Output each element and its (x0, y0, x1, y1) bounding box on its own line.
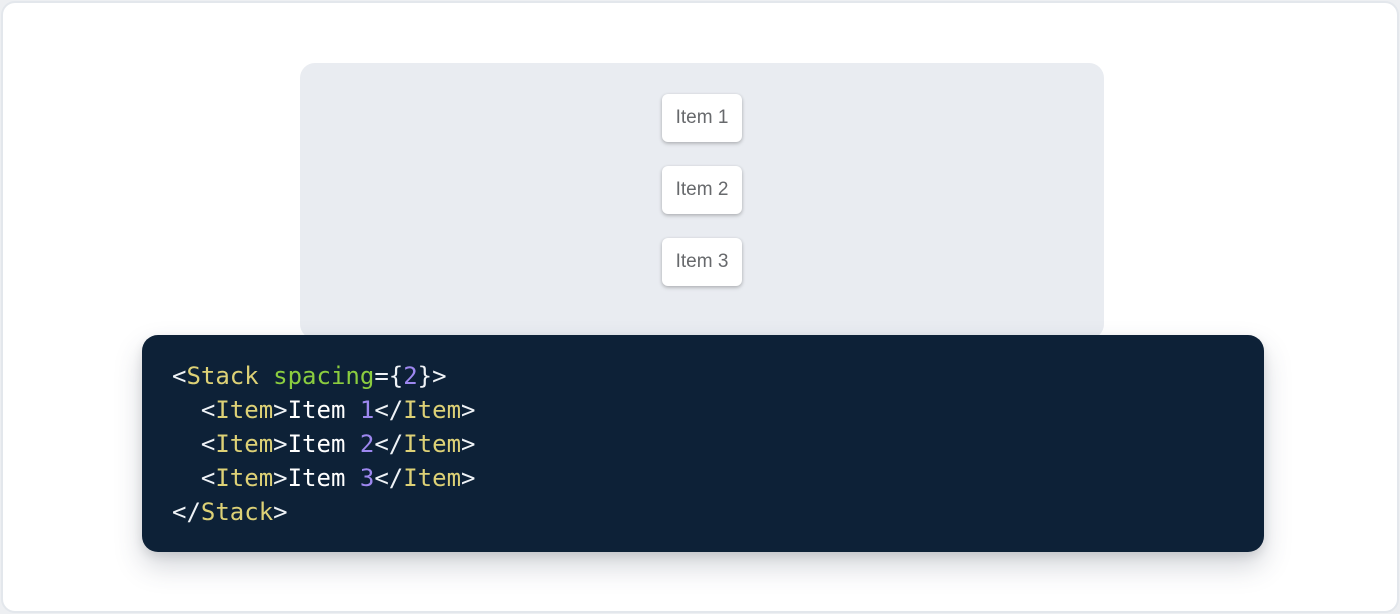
code-token-plain (172, 464, 201, 492)
stack-container: Item 1 Item 2 Item 3 (300, 94, 1104, 286)
code-content: <Stack spacing={2}> <Item>Item 1</Item> … (172, 359, 1234, 529)
code-token-punctuation: < (172, 362, 186, 390)
code-token-attr-name: spacing (273, 362, 374, 390)
code-token-punctuation: < (201, 464, 215, 492)
code-token-punctuation: }> (418, 362, 447, 390)
stack-demo-panel: Item 1 Item 2 Item 3 (300, 63, 1104, 339)
code-token-punctuation: </ (374, 430, 403, 458)
stack-item-card: Item 2 (662, 166, 742, 214)
code-token-punctuation: </ (172, 498, 201, 526)
code-token-punctuation: > (461, 430, 475, 458)
code-token-punctuation: > (273, 464, 287, 492)
code-token-punctuation: </ (374, 396, 403, 424)
code-line: <Item>Item 2</Item> (172, 427, 1234, 461)
code-line: <Item>Item 3</Item> (172, 461, 1234, 495)
code-token-plain: Item (288, 396, 360, 424)
page-frame: Item 1 Item 2 Item 3 <Stack spacing={2}>… (1, 1, 1399, 613)
code-token-number: 3 (360, 464, 374, 492)
code-token-punctuation: > (273, 498, 287, 526)
code-token-number: 2 (403, 362, 417, 390)
code-token-punctuation: > (273, 396, 287, 424)
stack-item-label: Item 1 (676, 107, 729, 129)
code-token-tag: Item (403, 464, 461, 492)
code-token-number: 2 (360, 430, 374, 458)
code-block: <Stack spacing={2}> <Item>Item 1</Item> … (142, 335, 1264, 552)
code-token-punctuation: </ (374, 464, 403, 492)
code-token-tag: Item (403, 396, 461, 424)
code-line: <Item>Item 1</Item> (172, 393, 1234, 427)
code-token-punctuation: > (461, 396, 475, 424)
code-token-number: 1 (360, 396, 374, 424)
screenshot-canvas: Item 1 Item 2 Item 3 <Stack spacing={2}>… (0, 0, 1400, 614)
stack-item-label: Item 2 (676, 179, 729, 201)
code-token-punctuation: > (461, 464, 475, 492)
code-line: <Stack spacing={2}> (172, 359, 1234, 393)
code-token-punctuation: ={ (374, 362, 403, 390)
code-token-plain (172, 430, 201, 458)
stack-item-card: Item 1 (662, 94, 742, 142)
code-token-tag: Item (215, 430, 273, 458)
code-line: </Stack> (172, 495, 1234, 529)
stack-item-card: Item 3 (662, 238, 742, 286)
code-token-punctuation: > (273, 430, 287, 458)
code-token-tag: Item (215, 464, 273, 492)
code-token-plain (172, 396, 201, 424)
code-token-tag: Stack (186, 362, 258, 390)
code-token-tag: Item (403, 430, 461, 458)
code-token-punctuation: < (201, 430, 215, 458)
code-token-plain: Item (288, 464, 360, 492)
code-token-punctuation: < (201, 396, 215, 424)
code-token-tag: Item (215, 396, 273, 424)
stack-item-label: Item 3 (676, 251, 729, 273)
code-token-tag: Stack (201, 498, 273, 526)
code-token-plain (259, 362, 273, 390)
code-token-plain: Item (288, 430, 360, 458)
